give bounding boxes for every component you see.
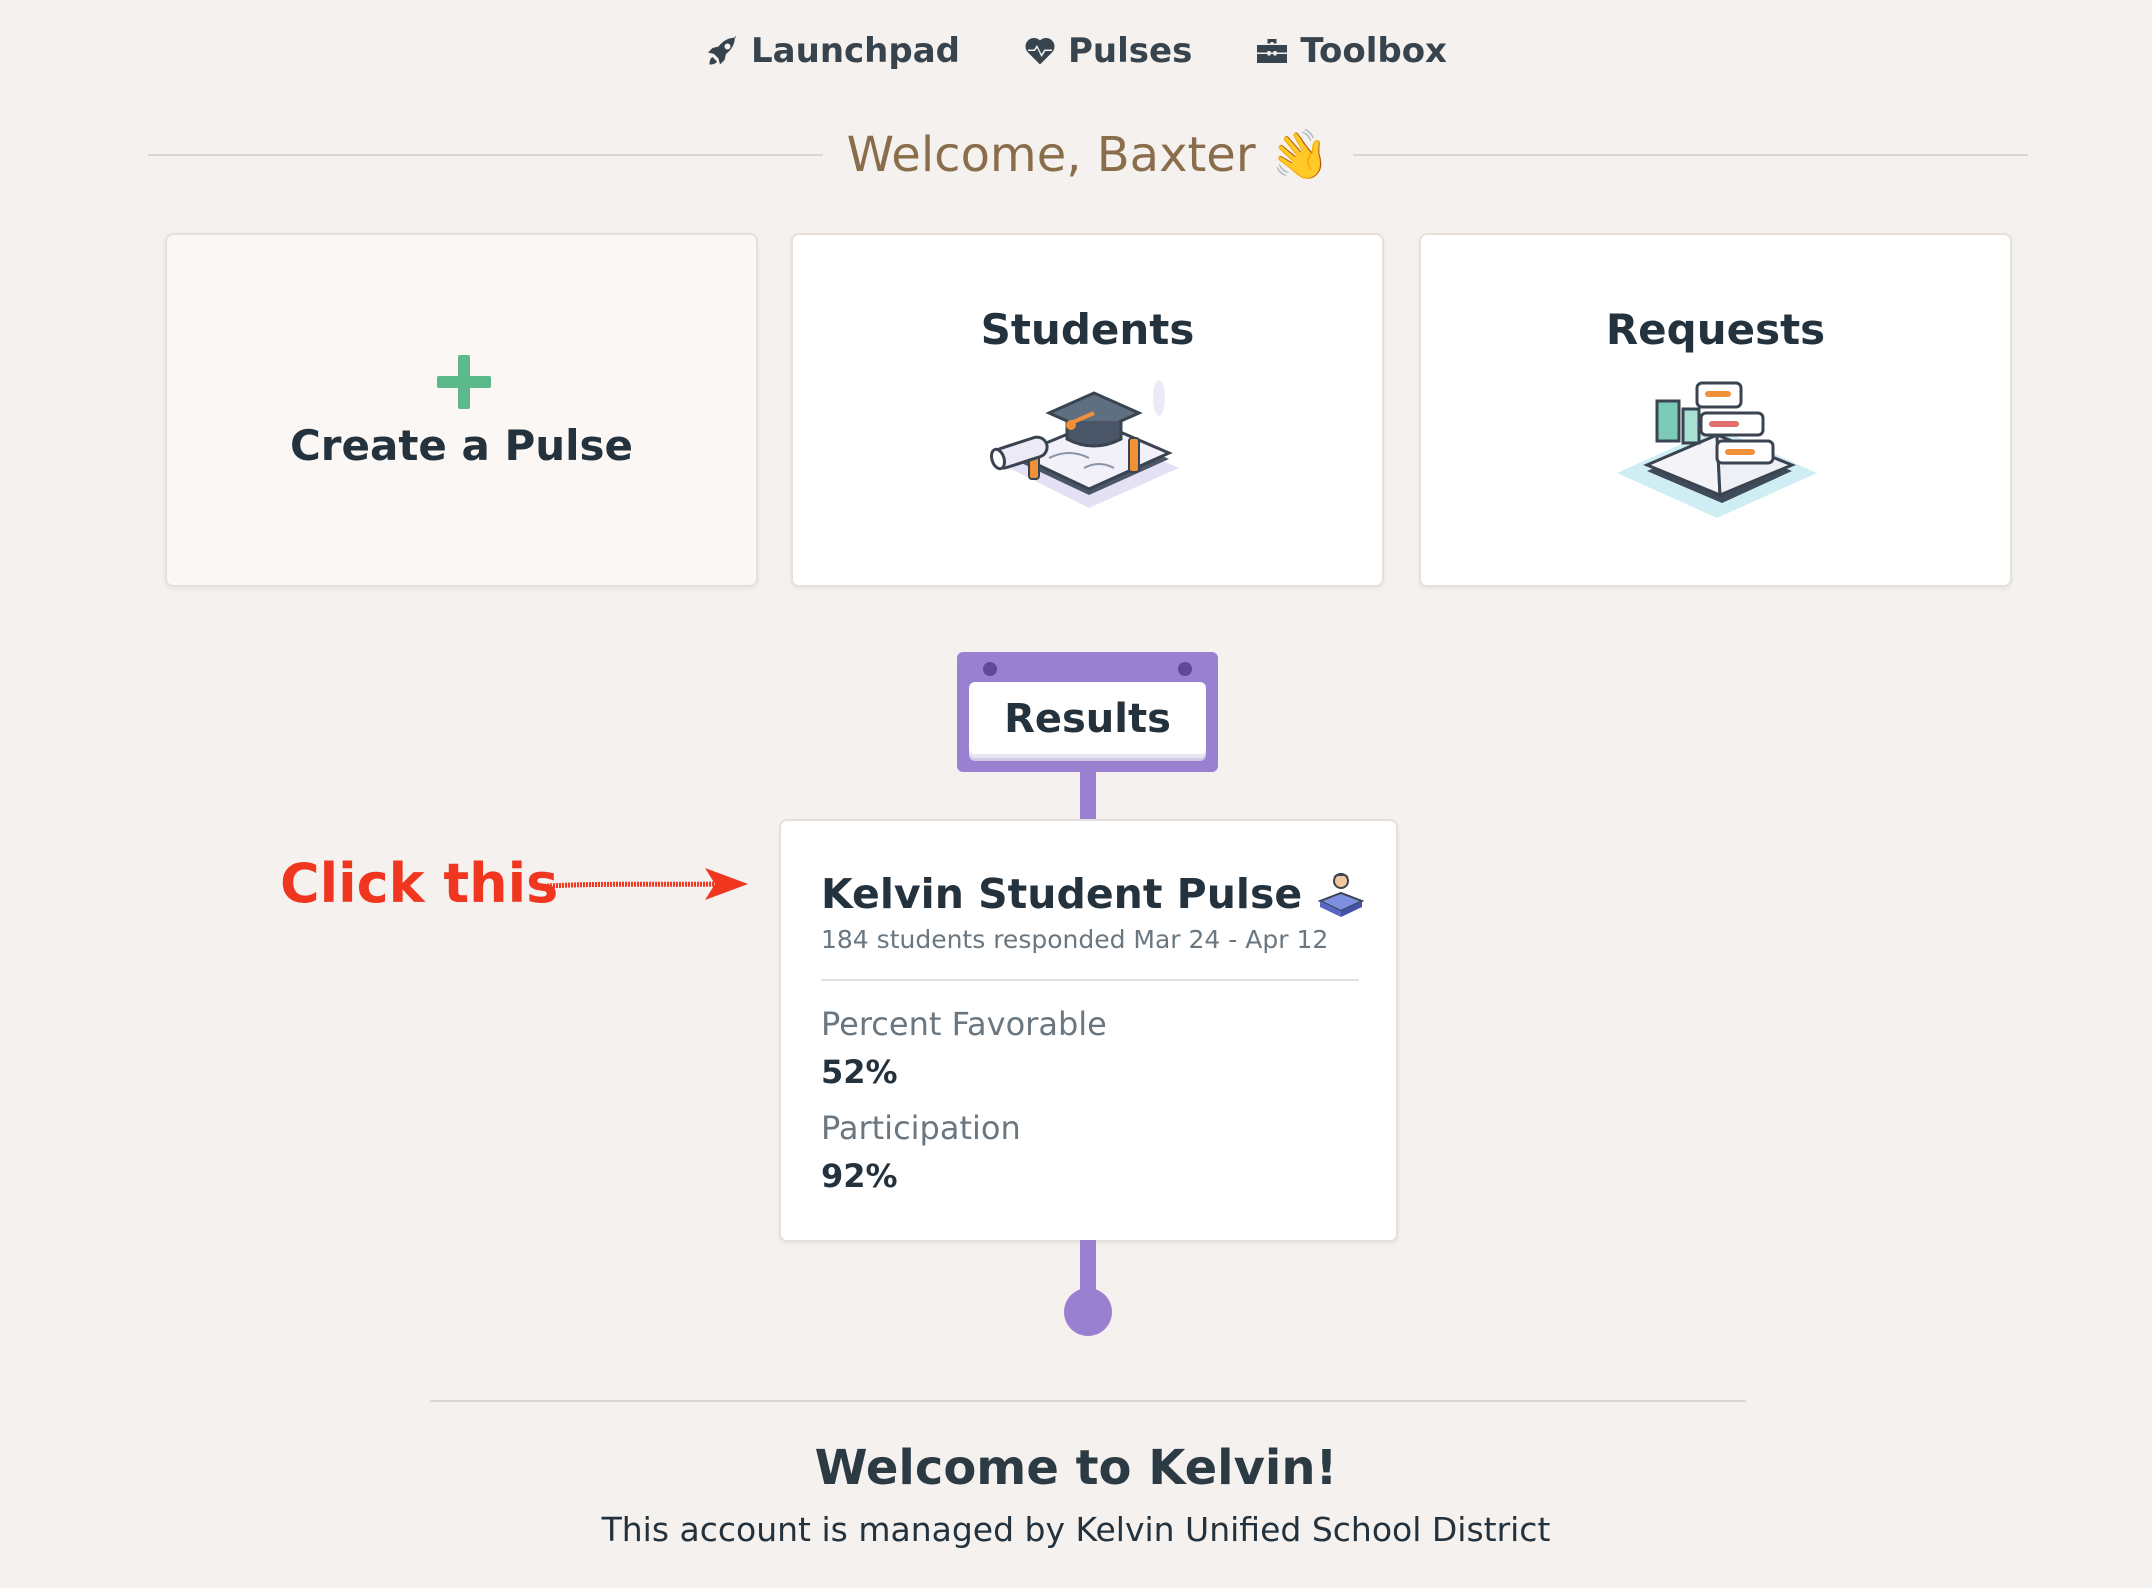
pulse-response-summary: 184 students responded Mar 24 - Apr 12 (821, 925, 1329, 954)
timeline-connector (1080, 772, 1096, 822)
create-pulse-label: Create a Pulse (289, 421, 634, 470)
metric-value-favorable: 52% (821, 1053, 898, 1091)
student-reading-icon (1318, 873, 1365, 917)
nav-toolbox-label: Toolbox (1300, 31, 1447, 71)
annotation-text: Click this (280, 852, 559, 915)
divider (430, 1400, 1746, 1402)
pulse-title: Kelvin Student Pulse (821, 869, 1365, 919)
waving-hand-icon: 👋 (1265, 122, 1334, 189)
nav-launchpad-label: Launchpad (751, 31, 960, 71)
students-label: Students (980, 305, 1195, 354)
results-label: Results (1004, 696, 1171, 742)
welcome-title: Welcome, Baxter 👋 (846, 123, 1334, 189)
requests-illustration (1617, 381, 1817, 518)
graduation-illustration (990, 380, 1179, 508)
nav-pulses[interactable]: Pulses (1022, 26, 1192, 76)
footer-subtitle: This account is managed by Kelvin Unifie… (601, 1510, 1551, 1549)
pulse-title-text: Kelvin Student Pulse (821, 870, 1303, 918)
welcome-header: Welcome, Baxter 👋 (148, 122, 2028, 188)
metric-label-participation: Participation (821, 1109, 1021, 1147)
timeline-end-dot (1064, 1288, 1112, 1336)
nav-toolbox[interactable]: Toolbox (1254, 26, 1447, 76)
results-sign: Results (957, 652, 1218, 772)
divider (1353, 154, 2028, 156)
results-board: Results (969, 682, 1206, 754)
requests-label: Requests (1605, 305, 1826, 354)
rocket-icon (708, 36, 737, 65)
pulse-result-card[interactable]: Kelvin Student Pulse 184 students respon… (779, 819, 1398, 1242)
requests-card[interactable]: Requests (1419, 233, 2012, 587)
sign-bolt (983, 662, 997, 676)
launchpad-page: Launchpad Pulses Toolbox Welcome, Baxter… (0, 0, 2152, 1588)
top-nav: Launchpad Pulses Toolbox (0, 26, 2152, 76)
create-pulse-card[interactable]: Create a Pulse (165, 233, 758, 587)
divider (148, 154, 823, 156)
toolbox-icon (1257, 39, 1288, 63)
arrow-right-icon (546, 868, 748, 900)
welcome-text: Welcome, Baxter (846, 127, 1256, 183)
metric-label-favorable: Percent Favorable (821, 1005, 1107, 1043)
heartbeat-icon (1025, 38, 1055, 65)
divider (821, 979, 1359, 981)
sign-bolt (1178, 662, 1192, 676)
footer-title: Welcome to Kelvin! (814, 1440, 1338, 1496)
nav-pulses-label: Pulses (1068, 31, 1193, 71)
nav-launchpad[interactable]: Launchpad (705, 26, 960, 76)
students-card[interactable]: Students (791, 233, 1384, 587)
metric-value-participation: 92% (821, 1157, 898, 1195)
plus-icon (437, 355, 491, 409)
